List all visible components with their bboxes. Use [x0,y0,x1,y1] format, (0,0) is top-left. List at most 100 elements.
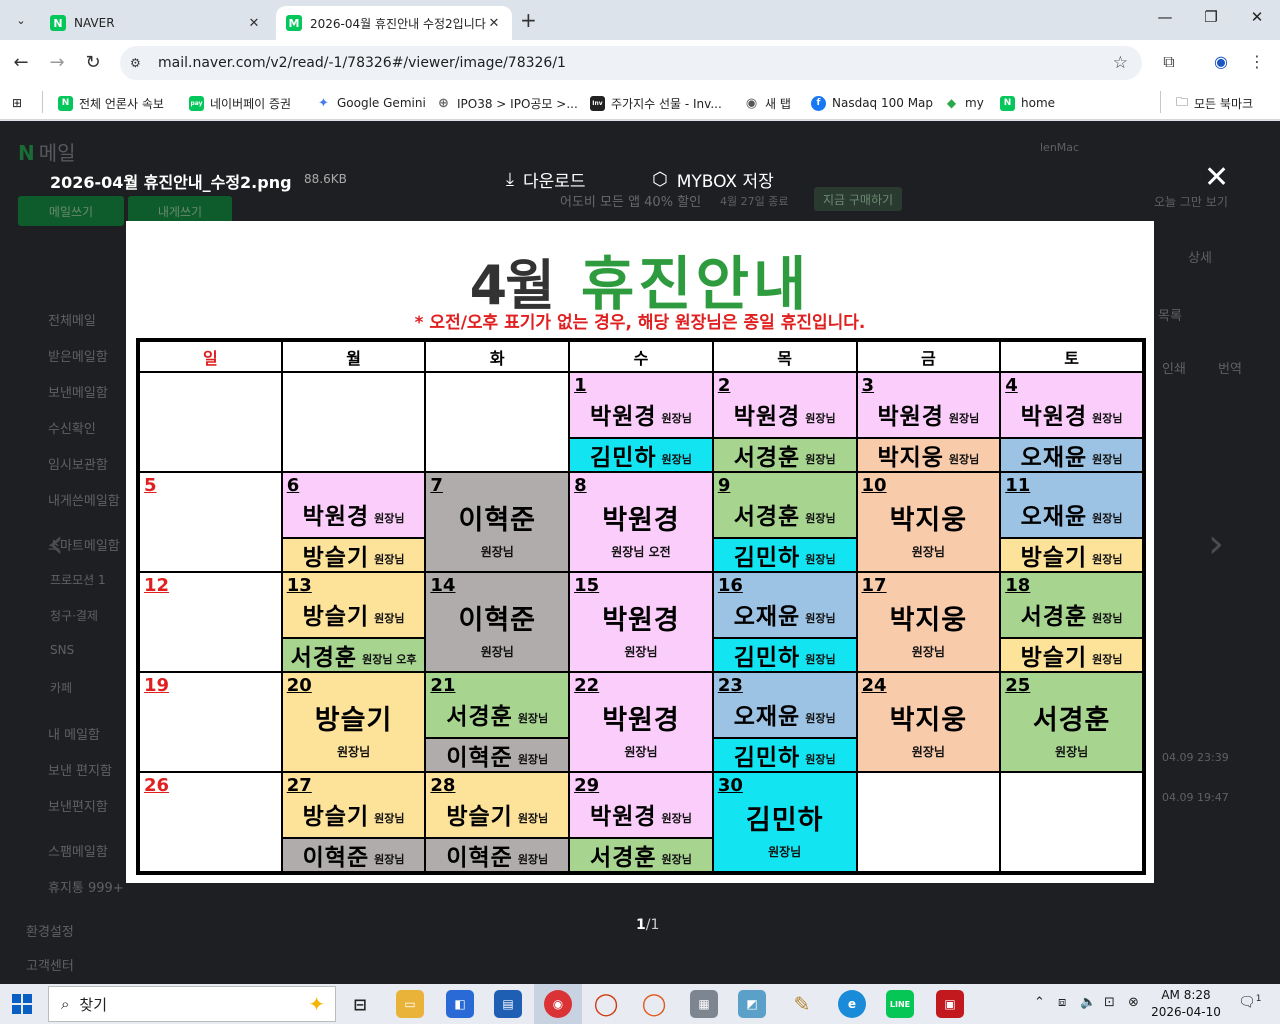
sidebar-item-sent2[interactable]: 보낸 편지함 [48,760,112,779]
ad-promo[interactable]: 어도비 모든 앱 40% 할인 [560,191,701,210]
profile-icon[interactable]: ◉ [1210,52,1232,71]
settings-link[interactable]: 환경설정 [26,921,74,940]
next-image-icon[interactable]: › [1208,521,1224,567]
restore-icon[interactable]: ❐ [1196,8,1226,26]
mybox-save-button[interactable]: ⬡ MYBOX 저장 [652,167,774,192]
facebook-icon: f [811,95,826,111]
tray-chevron-icon[interactable]: ⌃ [1034,995,1045,1010]
extensions-icon[interactable]: ⧉ [1158,52,1180,72]
doctor-name: 박원경 [1020,404,1088,430]
app-icon[interactable]: ◩ [738,990,766,1018]
sidebar-item-sns[interactable]: SNS [50,643,74,657]
download-button[interactable]: ⤓ 다운로드 [506,167,586,192]
sidebar-item-cafe[interactable]: 카페 [50,679,72,696]
sidebar-item-inbox[interactable]: 받은메일함 [48,346,108,365]
tab-search-button[interactable]: ⌄ [8,8,34,32]
doctor-name: 방슬기 [446,804,513,830]
bookmark-item[interactable]: N 전체 언론사 속보 [58,92,164,114]
chrome-icon[interactable]: ◉ [544,990,572,1018]
calendar-day-cell: 방슬기 원장님 서경훈 원장님 오후 13 [280,571,427,673]
calendar-day-cell: 오재윤 원장님 김민하 원장님 16 [711,571,858,673]
help-link[interactable]: 고객센터 [26,955,74,974]
app-ring-icon[interactable]: ◯ [640,990,668,1018]
viewer-close-icon[interactable]: ✕ [1204,163,1229,193]
close-tab-icon[interactable]: ✕ [246,16,262,31]
doctor-name: 서경훈 [1020,604,1088,630]
back-icon[interactable]: ← [10,52,32,73]
tab-mail-viewer[interactable]: M 2026-04월 휴진안내 수정2입니다 ✕ [276,6,512,40]
doctor-rank: 원장님 [661,853,692,866]
menu-icon[interactable]: ⋮ [1246,52,1268,71]
app-icon[interactable]: ▣ [936,990,964,1018]
calculator-icon[interactable]: ▦ [690,990,718,1018]
sidebar-item-my[interactable]: 내 메일함 [48,724,100,743]
sidebar-item-promo[interactable]: 프로모션 1 [50,571,106,588]
bookmark-item[interactable]: Inv 주가지수 선물 - Inv... [590,92,722,114]
volume-muted-icon[interactable]: 🔈 [1080,995,1096,1010]
ad-cta-button[interactable]: 지금 구매하기 [814,187,902,211]
sidebar-item-spam[interactable]: 스팸메일함 [48,841,108,860]
sidebar-item-all[interactable]: 전체메일 [48,310,96,329]
bookmark-item[interactable]: ◉ 새 탭 [744,92,791,114]
tray-app-icon[interactable]: ⧈ [1058,995,1066,1010]
list-link[interactable]: 목록 [1158,305,1182,324]
new-tab-button[interactable]: + [520,8,537,32]
bookmark-item[interactable]: pay 네이버페이 증권 [189,92,291,114]
prev-image-icon[interactable]: ‹ [48,521,64,567]
write-mail-button[interactable]: 메일쓰기 [18,196,124,226]
bookmark-item[interactable]: ⊕ IPO38 > IPO공모 >... [436,92,578,114]
reload-icon[interactable]: ↻ [82,52,104,73]
sidebar-item-receipt[interactable]: 수신확인 [48,418,96,437]
sidebar-item-sent3[interactable]: 보낸편지함 [48,796,108,815]
forward-icon[interactable]: → [46,52,68,73]
sidebar-item-trash[interactable]: 휴지통 999+ [48,877,124,896]
mail-date: 04.09 19:47 [1162,791,1229,804]
notification-icon[interactable]: 🗨1 [1238,994,1262,1011]
apps-icon[interactable]: ⊞ [12,92,22,114]
site-info-icon[interactable]: ⚙ [130,56,148,70]
mail-favicon-icon: M [286,15,302,31]
calendar-day-cell: 26 [137,771,283,874]
bookmark-item[interactable]: ✦ Google Gemini [316,92,426,114]
translate-link[interactable]: 번역 [1218,358,1242,377]
address-bar[interactable]: ⚙ mail.naver.com/v2/read/-1/78326#/viewe… [120,46,1142,80]
bookmark-item[interactable]: Nhome [1000,92,1055,114]
schedule-slot: 방슬기 원장님 [1001,637,1142,671]
file-explorer-icon[interactable]: ▭ [396,990,424,1018]
sidebar-item-sent[interactable]: 보낸메일함 [48,382,108,401]
day-number: 23 [717,675,743,696]
taskbar-search[interactable]: ⌕ 찾기 ✦ [48,986,336,1022]
window-close-icon[interactable]: ✕ [1242,8,1272,26]
app-ring-icon[interactable]: ◯ [592,990,620,1018]
ad-dismiss[interactable]: 오늘 그만 보기 [1154,193,1228,210]
logo-letter: N [18,141,35,165]
system-clock[interactable]: AM 8:28 2026-04-10 [1150,987,1222,1021]
doctor-rank: 원장님 [768,845,802,859]
sidebar-item-billing[interactable]: 청구·결제 [50,607,98,624]
print-link[interactable]: 인쇄 [1162,358,1186,377]
all-bookmarks[interactable]: 🗀 모든 북마크 [1176,92,1253,114]
day-number: 13 [286,575,312,596]
start-button[interactable] [12,994,32,1014]
weekday-header: 금 [855,339,1002,373]
close-tab-icon[interactable]: ✕ [486,16,502,31]
minimize-icon[interactable]: — [1150,8,1180,26]
edge-icon[interactable]: e [838,990,866,1018]
url-text[interactable]: mail.naver.com/v2/read/-1/78326#/viewer/… [158,55,566,71]
bookmark-star-icon[interactable]: ☆ [1113,53,1128,73]
network-icon[interactable]: ⊡ [1104,995,1115,1010]
sidebar-item-drafts[interactable]: 임시보관함 [48,454,108,473]
sidebar-item-self[interactable]: 내게쓴메일함 [48,490,120,509]
paint-icon[interactable]: ✎ [788,990,816,1018]
tab-naver[interactable]: N NAVER ✕ [40,6,272,40]
tray-status-icon[interactable]: ⊗ [1128,995,1139,1010]
bookmark-item[interactable]: ◆ my [944,92,984,114]
viewer-filesize: 88.6KB [304,172,347,186]
line-icon[interactable]: LINE [886,990,914,1018]
task-view-icon[interactable]: ⊟ [346,990,374,1018]
detail-link[interactable]: 상세 [1188,247,1212,266]
app-icon[interactable]: ◧ [446,990,474,1018]
user-name[interactable]: lenMac [1040,141,1079,154]
app-icon[interactable]: ▤ [494,990,522,1018]
bookmark-item[interactable]: f Nasdaq 100 Map [811,92,933,114]
